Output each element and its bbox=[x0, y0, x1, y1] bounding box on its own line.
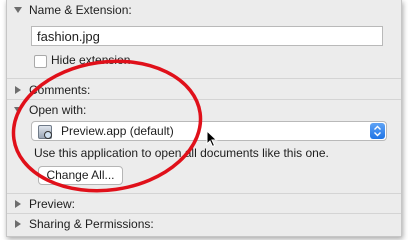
comments-label: Comments: bbox=[29, 83, 91, 97]
filename-field[interactable]: fashion.jpg bbox=[31, 26, 383, 46]
comments-section-header[interactable]: Comments: bbox=[7, 80, 401, 100]
disclosure-triangle-icon[interactable] bbox=[14, 107, 22, 113]
section-divider bbox=[7, 78, 401, 79]
get-info-panel: Name & Extension: fashion.jpg Hide exten… bbox=[6, 0, 402, 237]
sharing-permissions-label: Sharing & Permissions: bbox=[29, 217, 154, 231]
open-with-section-header[interactable]: Open with: bbox=[7, 100, 401, 120]
open-with-description: Use this application to open all documen… bbox=[34, 146, 329, 160]
preview-app-icon bbox=[38, 125, 52, 139]
hide-extension-label: Hide extension bbox=[51, 53, 131, 67]
name-extension-section-header[interactable]: Name & Extension: bbox=[7, 0, 401, 20]
disclosure-triangle-icon[interactable] bbox=[15, 86, 21, 94]
disclosure-triangle-icon[interactable] bbox=[15, 200, 21, 208]
sharing-permissions-section-header[interactable]: Sharing & Permissions: bbox=[7, 214, 401, 234]
popup-stepper-icon[interactable] bbox=[370, 123, 385, 139]
name-extension-label: Name & Extension: bbox=[29, 3, 132, 17]
hide-extension-checkbox[interactable] bbox=[34, 55, 47, 68]
disclosure-triangle-icon[interactable] bbox=[14, 7, 22, 13]
open-with-label: Open with: bbox=[29, 103, 87, 117]
open-with-app-name: Preview.app (default) bbox=[61, 124, 174, 138]
preview-label: Preview: bbox=[29, 197, 76, 211]
mouse-pointer-icon bbox=[206, 130, 218, 148]
disclosure-triangle-icon[interactable] bbox=[15, 220, 21, 228]
change-all-button[interactable]: Change All... bbox=[38, 166, 123, 185]
preview-section-header[interactable]: Preview: bbox=[7, 194, 401, 214]
